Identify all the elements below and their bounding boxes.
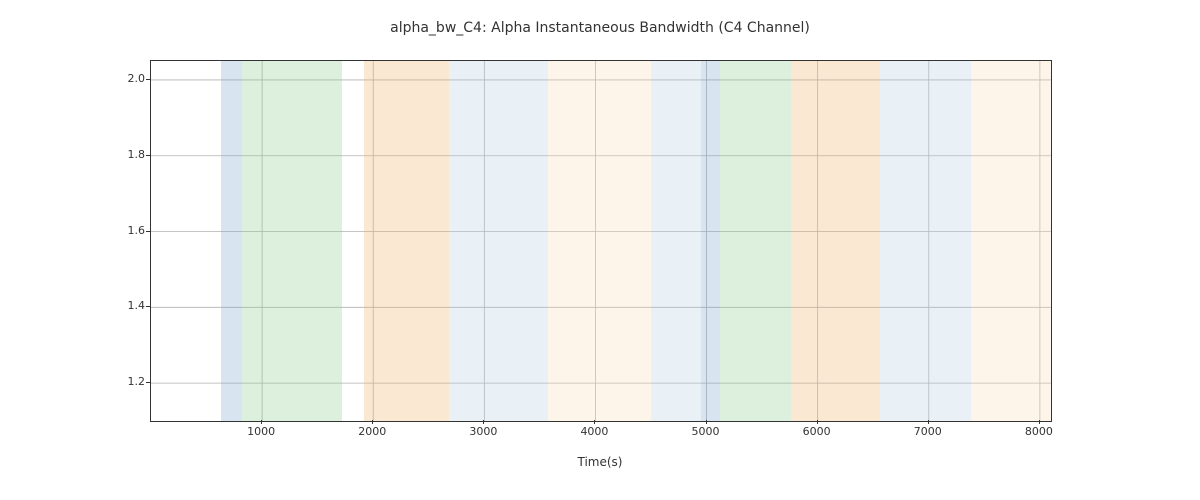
chart-title: alpha_bw_C4: Alpha Instantaneous Bandwid… bbox=[0, 20, 1200, 36]
band-lblue bbox=[651, 61, 701, 421]
band-blue bbox=[221, 61, 242, 421]
figure: alpha_bw_C4: Alpha Instantaneous Bandwid… bbox=[0, 0, 1200, 500]
y-tick: 1.6 bbox=[105, 224, 145, 237]
band-orange bbox=[791, 61, 880, 421]
band-green bbox=[242, 61, 342, 421]
x-axis-label: Time(s) bbox=[150, 455, 1050, 469]
x-tick: 2000 bbox=[342, 425, 402, 438]
y-tick: 1.8 bbox=[105, 148, 145, 161]
band-lblue bbox=[880, 61, 971, 421]
x-tick: 8000 bbox=[1009, 425, 1069, 438]
y-axis-label: Hz bbox=[85, 0, 99, 60]
band-orange bbox=[364, 61, 448, 421]
y-tick: 1.2 bbox=[105, 375, 145, 388]
x-tick: 7000 bbox=[898, 425, 958, 438]
band-lorange bbox=[548, 61, 651, 421]
x-tick: 4000 bbox=[564, 425, 624, 438]
band-lorange bbox=[971, 61, 1051, 421]
y-tick: 2.0 bbox=[105, 72, 145, 85]
x-tick: 6000 bbox=[787, 425, 847, 438]
x-tick: 5000 bbox=[676, 425, 736, 438]
x-tick: 1000 bbox=[231, 425, 291, 438]
y-tick: 1.4 bbox=[105, 299, 145, 312]
band-lblue bbox=[449, 61, 548, 421]
band-blue bbox=[701, 61, 720, 421]
band-green bbox=[720, 61, 791, 421]
x-tick: 3000 bbox=[453, 425, 513, 438]
plot-area bbox=[150, 60, 1052, 422]
